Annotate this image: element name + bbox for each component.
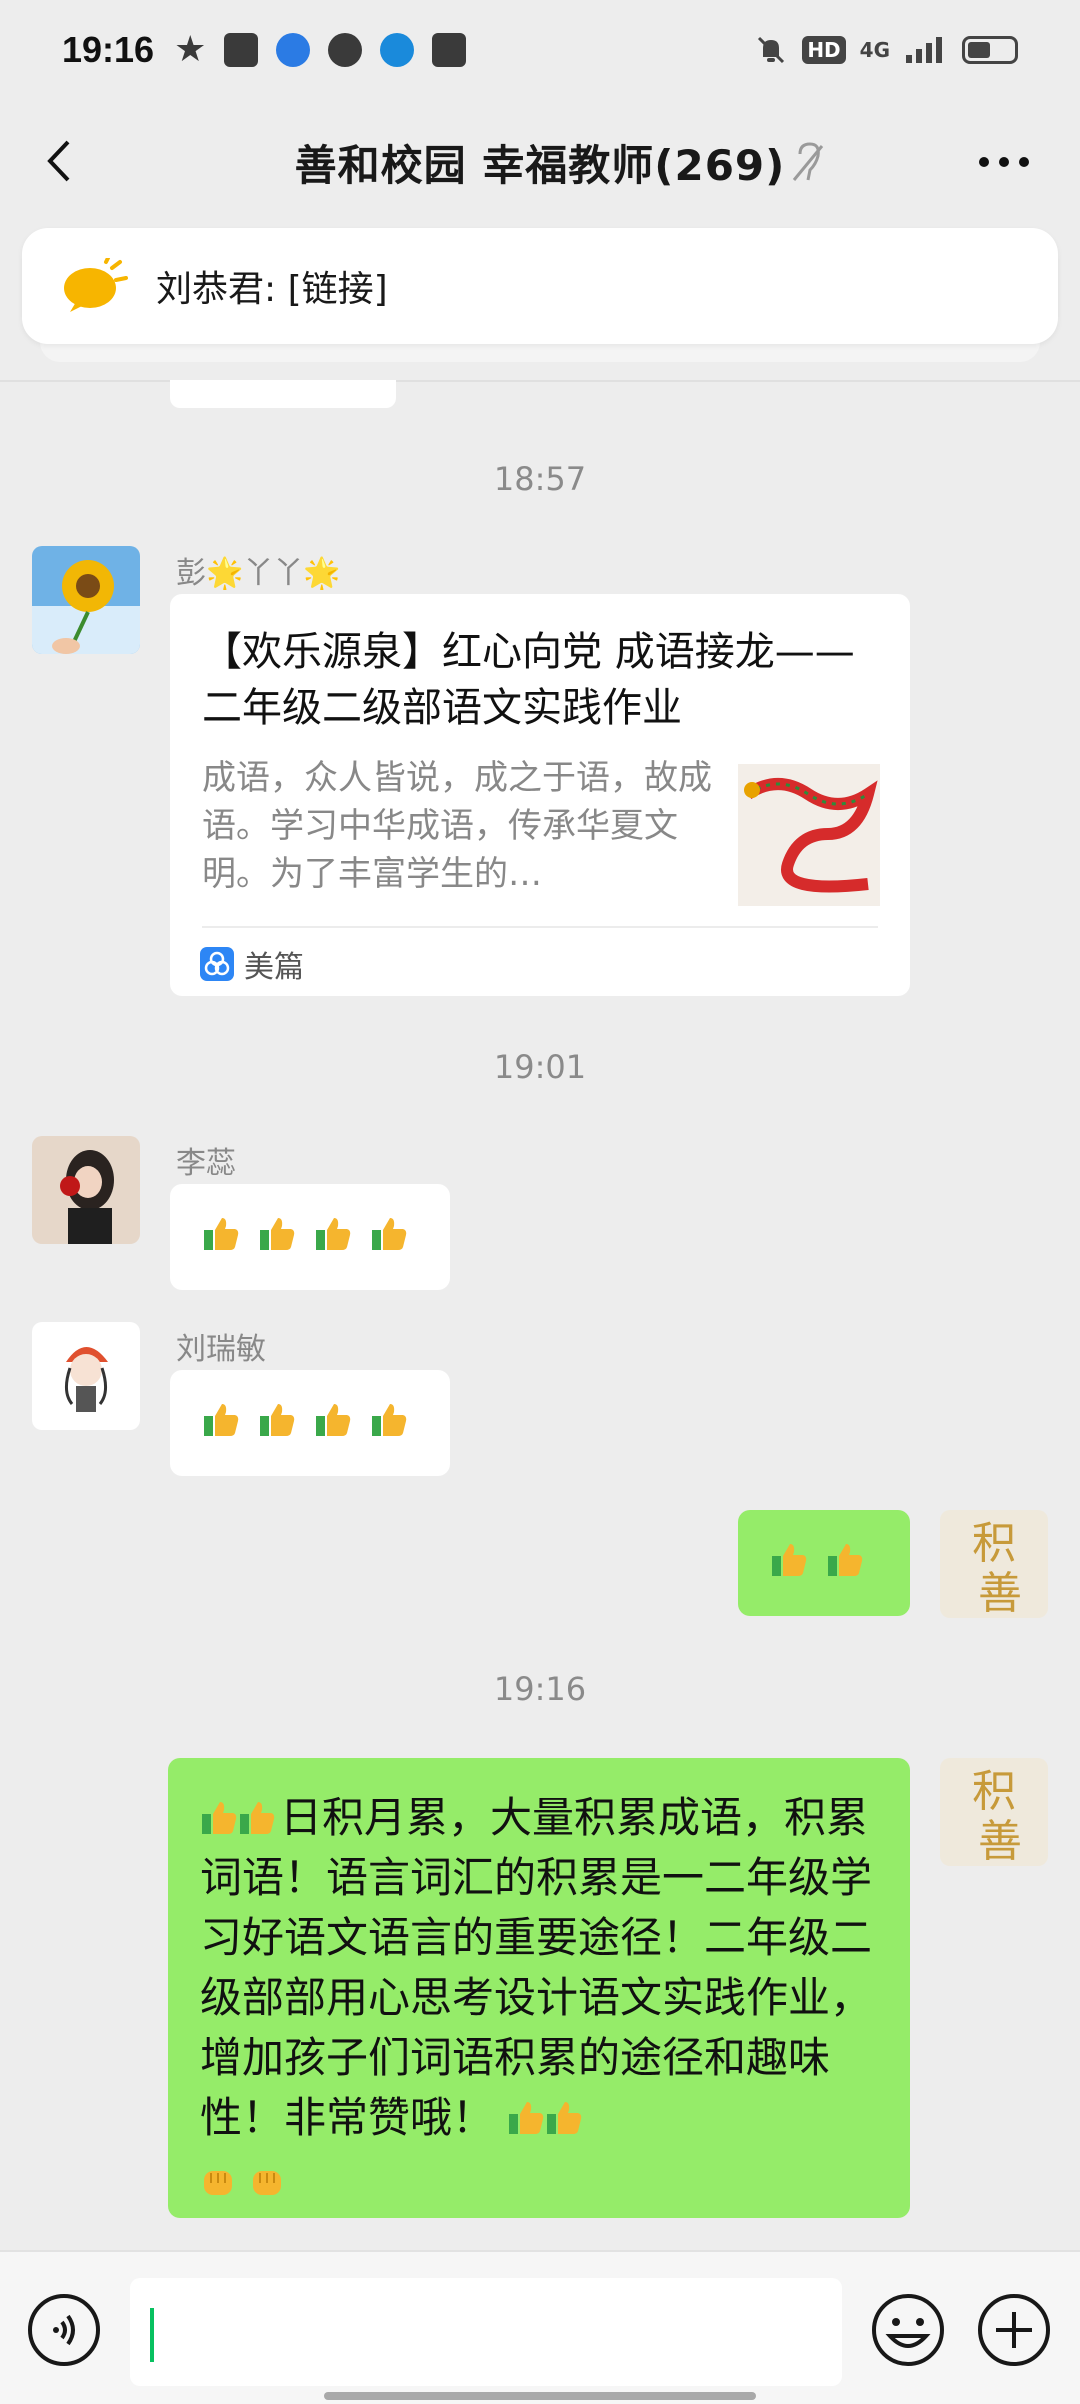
star-icon: ★ — [174, 29, 207, 70]
meipian-logo-icon — [200, 947, 234, 981]
thumbs-up-icon — [828, 1544, 863, 1576]
avatar-li-rui[interactable] — [32, 1136, 140, 1244]
thumbs-up-icon — [372, 1218, 407, 1250]
thumbs-up-icon — [240, 1802, 275, 1834]
fist-icon — [253, 2170, 282, 2195]
thumbs-up-icon — [316, 1404, 351, 1436]
message-bubble[interactable] — [170, 1370, 450, 1476]
hd-icon: HD — [802, 36, 846, 64]
svg-text:善: 善 — [978, 1568, 1022, 1618]
card-source-label: 美篇 — [244, 950, 304, 985]
emoji-button[interactable] — [870, 2292, 946, 2368]
message-icon — [328, 33, 363, 67]
timestamp: 19:16 — [493, 1670, 587, 1708]
speaker-icon — [64, 258, 128, 312]
chat-bubble-icon — [276, 33, 311, 67]
sender-name: 彭🌟丫丫🌟 — [176, 556, 341, 591]
back-icon[interactable] — [36, 136, 86, 186]
edge-icon — [380, 33, 415, 67]
thumbs-up-icon — [509, 2102, 544, 2134]
more-icon[interactable] — [976, 150, 1032, 174]
my-message-bubble[interactable]: 日积月累，大量积累成语，积累词语！语言词汇的积累是一二年级学习好语文语言的重要途… — [168, 1758, 910, 2218]
card-divider — [202, 926, 878, 928]
battery-icon — [962, 36, 1018, 64]
avatar-liu-ruimin[interactable] — [32, 1322, 140, 1430]
previous-bubble-stub — [170, 380, 396, 408]
notification-icons: ★ — [174, 29, 467, 70]
svg-text:积: 积 — [972, 1518, 1016, 1569]
thumbs-up-row — [202, 1214, 408, 1252]
input-bar — [0, 2250, 1080, 2404]
thumbs-up-icon — [316, 1218, 351, 1250]
voice-icon — [53, 2314, 75, 2346]
network-label: 4G — [859, 38, 890, 62]
thumbs-up-row — [202, 1400, 408, 1438]
thumbs-up-icon — [372, 1404, 407, 1436]
svg-text:积: 积 — [972, 1766, 1016, 1817]
mute-icon — [792, 142, 824, 181]
voice-input-button[interactable] — [28, 2294, 100, 2366]
text-cursor — [150, 2308, 154, 2362]
app-icon — [432, 33, 467, 67]
toutiao-icon — [224, 33, 259, 67]
signal-icon — [906, 37, 942, 63]
header-divider — [0, 380, 1080, 382]
mute-bell-icon — [758, 36, 785, 64]
chat-title: 善和校园 幸福教师(269) — [294, 140, 786, 190]
sender-name: 李蕊 — [176, 1146, 236, 1181]
card-thumbnail — [738, 764, 880, 906]
fist-icon — [204, 2170, 232, 2195]
card-source: 美篇 — [200, 942, 304, 986]
my-avatar-calligraphy[interactable]: 积 善 — [940, 1510, 1048, 1618]
pinned-text: 刘恭君: [链接] — [156, 269, 388, 310]
thumbs-up-icon — [204, 1218, 239, 1250]
status-bar: 19:16 ★ HD 4G — [0, 0, 1080, 100]
more-actions-button[interactable] — [978, 2294, 1050, 2366]
card-description: 成语，众人皆说，成之于语，故成语。学习中华成语，传承华夏文明。为了丰富学生的… — [202, 758, 712, 894]
chat-header: 善和校园 幸福教师(269) — [0, 100, 1080, 224]
thumbs-up-icon — [772, 1544, 807, 1576]
svg-text:善: 善 — [978, 1816, 1022, 1866]
thumbs-up-icon — [204, 1404, 239, 1436]
pinned-message[interactable]: 刘恭君: [链接] — [22, 228, 1058, 344]
avatar-sunflower[interactable] — [32, 546, 140, 654]
thumbs-up-icon — [260, 1404, 295, 1436]
message-text: 日积月累，大量积累成语，积累词语！语言词汇的积累是一二年级学习好语文语言的重要途… — [200, 1788, 876, 2208]
link-card[interactable]: 【欢乐源泉】红心向党 成语接龙——二年级二级部语文实践作业 成语，众人皆说，成之… — [170, 594, 910, 996]
status-time: 19:16 — [62, 29, 155, 70]
message-input[interactable] — [130, 2278, 842, 2386]
message-body: 日积月累，大量积累成语，积累词语！语言词汇的积累是一二年级学习好语文语言的重要途… — [200, 1793, 873, 2142]
system-icons: HD 4G — [754, 33, 1018, 67]
thumbs-up-icon — [202, 1802, 237, 1834]
thumbs-up-icon — [260, 1218, 295, 1250]
plus-icon — [996, 2312, 1032, 2348]
thumbs-up-row — [770, 1540, 864, 1578]
message-bubble[interactable] — [170, 1184, 450, 1290]
my-message-bubble[interactable] — [738, 1510, 910, 1616]
sender-name: 刘瑞敏 — [176, 1332, 266, 1367]
card-title: 【欢乐源泉】红心向党 成语接龙——二年级二级部语文实践作业 — [202, 629, 855, 731]
home-indicator[interactable] — [324, 2392, 756, 2400]
timestamp: 18:57 — [493, 460, 587, 498]
my-avatar-calligraphy[interactable]: 积 善 — [940, 1758, 1048, 1866]
thumbs-up-icon — [547, 2102, 582, 2134]
timestamp: 19:01 — [493, 1048, 587, 1086]
